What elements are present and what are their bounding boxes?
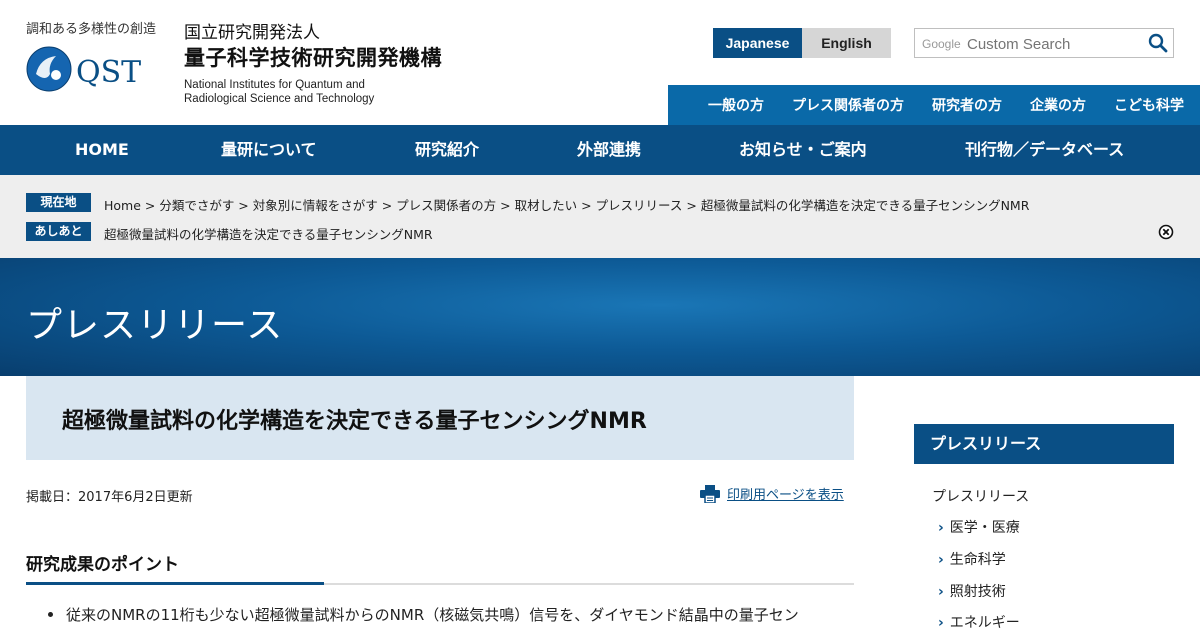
global-nav: HOME 量研について 研究紹介 外部連携 お知らせ・ご案内 刊行物／データベー…	[0, 125, 1200, 175]
page-banner: プレスリリース	[0, 258, 1200, 376]
sidebar-item-press-release[interactable]: プレスリリース	[932, 486, 1029, 506]
audience-nav: 一般の方 プレス関係者の方 研究者の方 企業の方 こども科学	[668, 85, 1200, 125]
history-tag: あしあと	[26, 222, 91, 241]
sidebar-item-label: 医学・医療	[949, 520, 1020, 536]
english-button[interactable]: English	[802, 28, 891, 58]
audience-kids[interactable]: こども科学	[1114, 95, 1184, 115]
audience-press[interactable]: プレス関係者の方	[792, 95, 904, 115]
nav-collaboration[interactable]: 外部連携	[577, 125, 641, 175]
audience-researchers[interactable]: 研究者の方	[932, 95, 1002, 115]
close-icon[interactable]	[1158, 224, 1174, 240]
printer-icon	[700, 484, 720, 503]
google-brand: Google	[922, 37, 961, 51]
search-box: Google	[914, 28, 1174, 58]
org-type: 国立研究開発法人	[184, 23, 320, 43]
current-location-tag: 現在地	[26, 193, 91, 212]
org-en-line-2: Radiological Science and Technology	[184, 93, 375, 105]
nav-home[interactable]: HOME	[75, 125, 129, 175]
nav-publications[interactable]: 刊行物／データベース	[965, 125, 1124, 175]
qst-logo[interactable]: QST	[26, 44, 158, 94]
org-name-en: National Institutes for Quantum and Radi…	[184, 78, 424, 106]
audience-general[interactable]: 一般の方	[708, 95, 764, 115]
org-name[interactable]: 量子科学技術研究開発機構	[184, 42, 442, 72]
sidebar-item-medicine[interactable]: 医学・医療	[938, 517, 1020, 537]
section-heading: 研究成果のポイント	[26, 555, 179, 575]
audience-companies[interactable]: 企業の方	[1030, 95, 1086, 115]
org-en-line-1: National Institutes for Quantum and	[184, 79, 365, 91]
current-location-path[interactable]: Home > 分類でさがす > 対象別に情報をさがす > プレス関係者の方 > …	[104, 195, 1029, 214]
sidebar-item-life-science[interactable]: 生命科学	[938, 549, 1006, 569]
publish-date: 掲載日：2017年6月2日更新	[26, 490, 193, 505]
sidebar-item-energy[interactable]: エネルギー	[938, 612, 1020, 630]
japanese-button[interactable]: Japanese	[713, 28, 802, 58]
nav-about[interactable]: 量研について	[221, 125, 317, 175]
article-title: 超極微量試料の化学構造を決定できる量子センシングNMR	[62, 409, 647, 434]
sidebar-item-label: 照射技術	[949, 584, 1006, 600]
search-icon[interactable]	[1147, 32, 1169, 54]
banner-title: プレスリリース	[26, 305, 284, 346]
sidebar-item-label: エネルギー	[949, 615, 1020, 630]
nav-news[interactable]: お知らせ・ご案内	[739, 125, 867, 175]
bullet-text: 従来のNMRの11桁も少ない超極微量試料からのNMR（核磁気共鳴）信号を、ダイヤ…	[66, 606, 799, 624]
sidebar-item-irradiation[interactable]: 照射技術	[938, 581, 1006, 601]
tagline: 調和ある多様性の創造	[26, 22, 157, 37]
history-path[interactable]: 超極微量試料の化学構造を決定できる量子センシングNMR	[104, 224, 433, 243]
breadcrumb: 現在地 Home > 分類でさがす > 対象別に情報をさがす > プレス関係者の…	[0, 175, 1200, 258]
article-title-box: 超極微量試料の化学構造を決定できる量子センシングNMR	[26, 376, 854, 460]
sidebar-heading[interactable]: プレスリリース	[914, 424, 1174, 464]
site-header: 調和ある多様性の創造 QST 国立研究開発法人 量子科学技術研究開発機構 Nat…	[0, 0, 1200, 125]
section-divider-accent	[26, 582, 324, 585]
search-input[interactable]	[967, 33, 1142, 55]
print-link[interactable]: 印刷用ページを表示	[700, 484, 844, 503]
qst-logo-icon: QST	[26, 46, 141, 92]
sidebar-item-label: 生命科学	[949, 552, 1006, 568]
print-label[interactable]: 印刷用ページを表示	[727, 484, 844, 503]
list-item: 従来のNMRの11桁も少ない超極微量試料からのNMR（核磁気共鳴）信号を、ダイヤ…	[48, 604, 799, 625]
logo-text: QST	[76, 55, 141, 90]
nav-research[interactable]: 研究紹介	[415, 125, 479, 175]
